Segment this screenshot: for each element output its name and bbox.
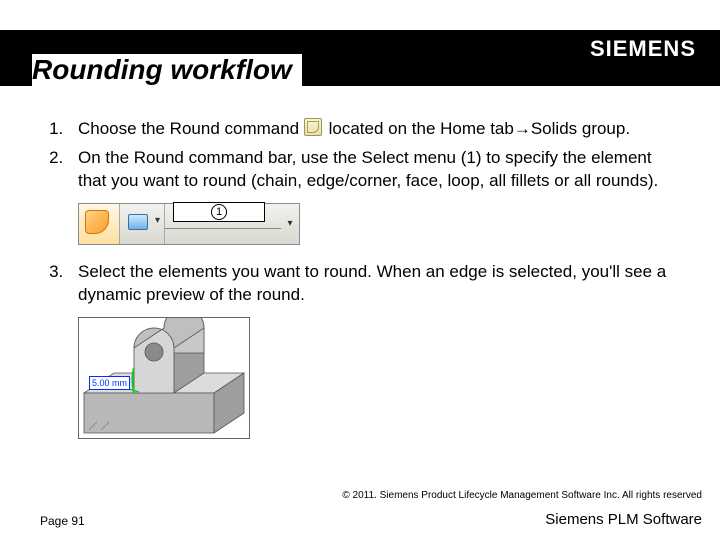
step-1: Choose the Round command located on the … (68, 118, 680, 141)
select-menu-icon (120, 204, 165, 244)
callout-number: 1 (211, 204, 227, 220)
step-2-text: On the Round command bar, use the Select… (78, 148, 658, 190)
brand-text: Siemens PLM Software (545, 511, 702, 528)
round-command-icon (304, 118, 322, 136)
callout-underline (165, 228, 281, 229)
footer: © 2011. Siemens Product Lifecycle Manage… (0, 490, 720, 528)
callout-label: 1 (173, 202, 265, 222)
command-bar-illustration: 1 ▾ (78, 203, 300, 245)
select-menu-callout-area: 1 (165, 204, 281, 244)
step-1-text-pre: Choose the Round command (78, 119, 299, 138)
slide: SIEMENS Rounding workflow Choose the Rou… (0, 0, 720, 540)
content-body: Choose the Round command located on the … (40, 118, 680, 445)
dimension-value: 5.00 mm (89, 376, 130, 390)
round-preview-illustration: 5.00 mm (78, 317, 250, 439)
dropdown-arrow-icon: ▾ (281, 204, 299, 244)
copyright-text: © 2011. Siemens Product Lifecycle Manage… (0, 490, 720, 501)
round-button-icon (79, 204, 120, 244)
siemens-logo: SIEMENS (590, 36, 696, 62)
step-2: On the Round command bar, use the Select… (68, 147, 680, 245)
step-1-text-post: located on the Home tab→Solids group. (329, 119, 630, 138)
slide-title: Rounding workflow (32, 54, 302, 86)
page-number: Page 91 (40, 514, 85, 528)
step-3-text: Select the elements you want to round. W… (78, 262, 666, 304)
step-3: Select the elements you want to round. W… (68, 261, 680, 439)
